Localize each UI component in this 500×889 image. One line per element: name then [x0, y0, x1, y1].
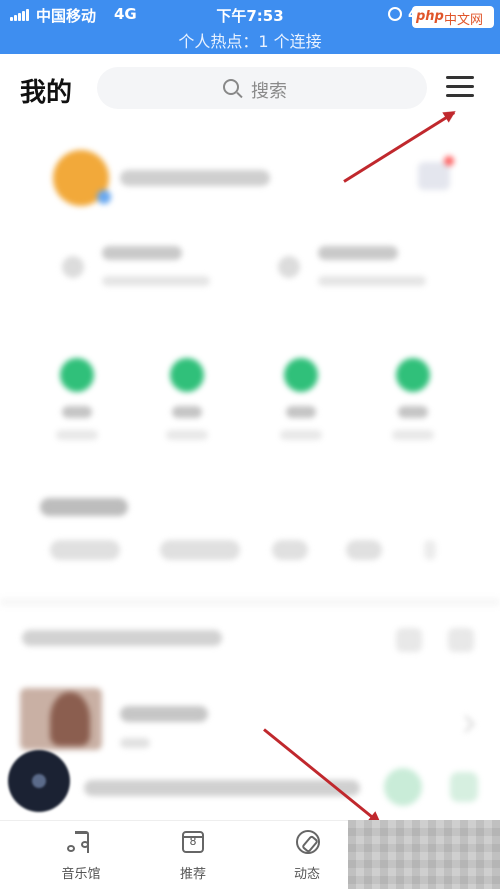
purchased-icon — [396, 358, 430, 392]
recommend-chip[interactable] — [272, 540, 308, 560]
watermark-logo: php 中文网 — [412, 6, 494, 28]
feature-label — [172, 406, 202, 418]
status-bar: 中国移动 4G 下午7:53 4 个人热点：1 个连接 php 中文网 — [0, 0, 500, 54]
playlist-cover[interactable] — [20, 688, 102, 750]
profile-name-blurred[interactable] — [120, 170, 270, 186]
tab-recommend[interactable]: 8 推荐 — [148, 821, 238, 889]
chevron-right-icon[interactable] — [457, 715, 475, 733]
menu-icon-line — [446, 94, 474, 97]
quick-entry[interactable] — [62, 240, 222, 296]
now-playing-title[interactable] — [84, 780, 360, 796]
feature-item[interactable] — [162, 350, 212, 450]
screen: 中国移动 4G 下午7:53 4 个人热点：1 个连接 php 中文网 我的 搜… — [0, 0, 500, 889]
music-note-icon — [67, 829, 95, 855]
feature-label — [62, 406, 92, 418]
feature-count — [56, 430, 98, 440]
calendar-glyph: 8 — [182, 831, 204, 853]
recommend-more[interactable] — [424, 540, 436, 560]
calendar-icon: 8 — [179, 829, 207, 855]
download-icon — [284, 358, 318, 392]
add-playlist-button[interactable] — [396, 628, 422, 652]
tab-music-hall[interactable]: 音乐馆 — [36, 821, 126, 889]
search-placeholder: 搜索 — [251, 81, 287, 102]
heart-icon — [60, 358, 94, 392]
feature-item[interactable] — [388, 350, 438, 450]
watermark-brand: php — [416, 9, 444, 24]
recommend-section-title — [40, 498, 128, 516]
feature-count — [280, 430, 322, 440]
quick-entry[interactable] — [278, 240, 438, 296]
hotspot-banner[interactable]: 个人热点：1 个连接 — [0, 28, 500, 52]
feature-item[interactable] — [276, 350, 326, 450]
clock-icon — [170, 358, 204, 392]
annotation-arrow-bottom — [263, 728, 380, 824]
playlist-queue-button[interactable] — [450, 772, 478, 802]
tab-label: 动态 — [293, 867, 320, 882]
menu-icon — [446, 76, 474, 79]
quick-entry-subtitle — [318, 276, 426, 286]
quick-entry-title — [102, 246, 182, 260]
avatar[interactable] — [53, 150, 111, 206]
compass-icon — [293, 829, 321, 855]
playlist-section-title[interactable] — [22, 630, 222, 646]
pixelated-region — [348, 820, 500, 889]
alarm-icon — [388, 7, 402, 21]
playlist-name[interactable] — [120, 706, 208, 722]
message-icon[interactable] — [418, 162, 450, 190]
recommend-chip[interactable] — [346, 540, 382, 560]
menu-icon-line — [446, 85, 474, 88]
playlist-more-button[interactable] — [448, 628, 474, 652]
feature-label — [286, 406, 316, 418]
feature-count — [392, 430, 434, 440]
quick-entry-icon — [278, 256, 300, 278]
tab-label: 音乐馆 — [61, 867, 101, 882]
tab-label: 推荐 — [179, 867, 206, 882]
page-title: 我的 — [20, 78, 73, 108]
notification-dot — [444, 156, 454, 166]
player-disc[interactable] — [8, 750, 70, 812]
recommend-chip[interactable] — [160, 540, 240, 560]
playlist-count — [120, 738, 150, 748]
watermark-site: 中文网 — [444, 13, 484, 28]
search-bar[interactable]: 搜索 — [97, 67, 427, 109]
quick-entry-title — [318, 246, 398, 260]
play-button[interactable] — [384, 768, 422, 806]
recommend-chip[interactable] — [50, 540, 120, 560]
feature-count — [166, 430, 208, 440]
menu-button[interactable] — [446, 76, 474, 98]
feature-item[interactable] — [52, 350, 102, 450]
quick-entry-icon — [62, 256, 84, 278]
quick-entry-subtitle — [102, 276, 210, 286]
feature-label — [398, 406, 428, 418]
search-icon — [223, 79, 239, 95]
section-divider — [0, 598, 500, 606]
tab-moments[interactable]: 动态 — [262, 821, 352, 889]
